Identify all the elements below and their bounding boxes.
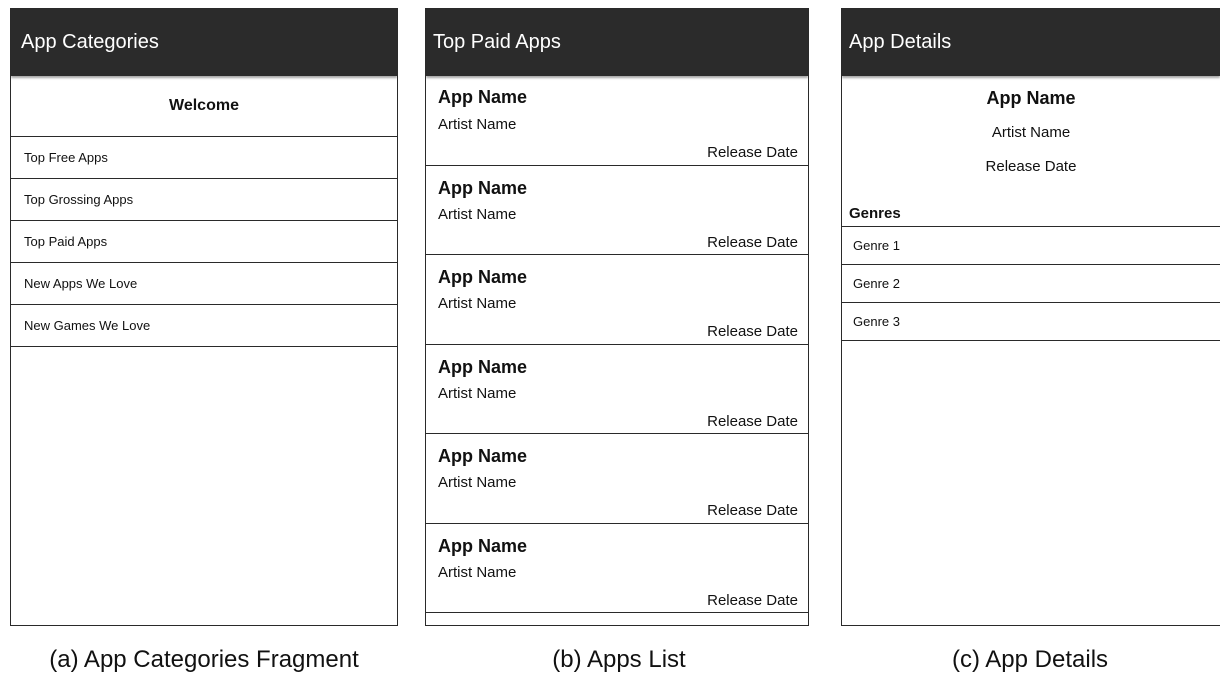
genres-heading: Genres [842,205,1220,227]
action-bar: App Details [842,9,1220,76]
detail-app-name: App Name [986,88,1076,108]
genre-list: Genre 1 Genre 2 Genre 3 [842,227,1220,341]
detail-release-date: Release Date [985,158,1077,175]
caption-apps-list: (b) Apps List [552,646,686,673]
app-list-item[interactable]: App Name Artist Name Release Date [426,255,808,345]
action-bar-title: App Categories [21,31,159,53]
category-item-top-free-apps[interactable]: Top Free Apps [11,137,397,179]
artist-name: Artist Name [438,295,517,312]
artist-name: Artist Name [438,116,517,133]
genre-item[interactable]: Genre 1 [842,227,1220,265]
caption-app-details: (c) App Details [951,646,1109,673]
artist-name: Artist Name [438,384,517,402]
app-list-item[interactable]: App Name Artist Name Release Date [426,524,808,613]
app-list[interactable]: App Name Artist Name Release Date App Na… [426,76,808,613]
app-categories-panel: App Categories Welcome Top Free Apps Top… [10,8,398,626]
artist-name: Artist Name [438,474,517,491]
action-bar: App Categories [11,9,397,76]
detail-artist-name: Artist Name [991,124,1071,141]
release-date: Release Date [707,233,798,251]
release-date: Release Date [707,502,798,519]
category-item-new-games-we-love[interactable]: New Games We Love [11,305,397,347]
release-date: Release Date [707,144,798,161]
artist-name: Artist Name [438,205,517,223]
category-list: Top Free Apps Top Grossing Apps Top Paid… [11,137,397,347]
artist-name: Artist Name [438,563,517,581]
app-list-item[interactable]: App Name Artist Name Release Date [426,166,808,255]
release-date: Release Date [707,323,798,340]
release-date: Release Date [707,412,798,430]
action-bar-title: Top Paid Apps [433,31,561,53]
release-date: Release Date [707,591,798,609]
app-list-item[interactable]: App Name Artist Name Release Date [426,345,808,434]
caption-app-categories: (a) App Categories Fragment [49,646,359,673]
action-bar-title: App Details [849,31,952,53]
app-name: App Name [438,267,528,287]
app-name: App Name [438,535,528,556]
genre-item[interactable]: Genre 2 [842,265,1220,303]
category-item-top-grossing-apps[interactable]: Top Grossing Apps [11,179,397,221]
app-details-panel: App Details App Name Artist Name Release… [841,8,1220,626]
app-name: App Name [438,177,528,198]
apps-list-panel: Top Paid Apps App Name Artist Name Relea… [425,8,809,626]
genre-item[interactable]: Genre 3 [842,303,1220,341]
welcome-header: Welcome [11,76,397,137]
action-bar: Top Paid Apps [426,9,808,76]
category-item-new-apps-we-love[interactable]: New Apps We Love [11,263,397,305]
app-list-item[interactable]: App Name Artist Name Release Date [426,434,808,524]
app-list-item[interactable]: App Name Artist Name Release Date [426,76,808,166]
app-name: App Name [438,446,528,466]
app-name: App Name [438,356,528,377]
app-name: App Name [438,87,528,107]
category-item-top-paid-apps[interactable]: Top Paid Apps [11,221,397,263]
